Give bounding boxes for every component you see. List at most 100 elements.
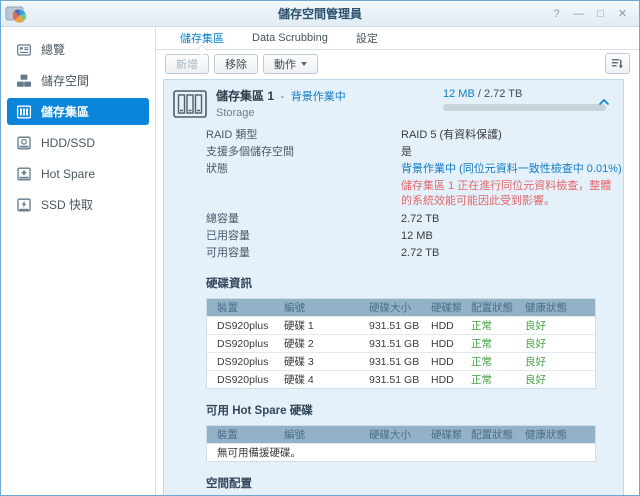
- column-size: 硬碟大小: [369, 302, 411, 314]
- cell-device: DS920plus: [217, 337, 269, 350]
- hot-spare-icon: [17, 167, 31, 180]
- column-device: 裝置: [217, 302, 238, 314]
- cell-size: 931.51 GB: [369, 373, 420, 386]
- cell-number: 硬碟 4: [284, 374, 314, 386]
- pool-titles: 儲存集區 1 - 背景作業中 Storage: [216, 89, 346, 119]
- volume-icon: [17, 74, 31, 87]
- cell-device: DS920plus: [217, 355, 269, 368]
- cell-alloc-status: 正常: [471, 374, 492, 386]
- hdd-icon: [17, 136, 31, 149]
- detail-value: 12 MB: [401, 230, 433, 242]
- window-title: 儲存空間管理員: [277, 7, 362, 21]
- cell-alloc-status: 正常: [471, 338, 492, 350]
- drive-info-table: 裝置 編號 硬碟大小 硬碟類型 配置狀態 健康狀態 DS920plus 硬碟 1…: [206, 298, 596, 389]
- cell-device: DS920plus: [217, 373, 269, 386]
- tab-settings[interactable]: 設定: [342, 27, 392, 49]
- sidebar-item-label: 儲存集區: [41, 105, 90, 119]
- detail-row-total-capacity: 總容量 2.72 TB: [206, 211, 623, 228]
- table-header: 裝置 編號 硬碟大小 硬碟類型 配置狀態 健康狀態: [207, 299, 595, 316]
- sidebar-item-overview[interactable]: 總覽: [7, 36, 149, 63]
- sidebar-item-hot-spare[interactable]: Hot Spare: [7, 160, 149, 187]
- cell-type: HDD: [431, 373, 454, 386]
- detail-value: 2.72 TB: [401, 213, 440, 225]
- sort-button[interactable]: [605, 53, 630, 74]
- cell-alloc-status: 正常: [471, 356, 492, 368]
- pool-header: 儲存集區 1 - 背景作業中 Storage 12 MB / 2.72 TB: [164, 87, 623, 119]
- pool-name-separator: -: [280, 89, 285, 103]
- table-row[interactable]: DS920plus 硬碟 4 931.51 GB HDD 正常 良好: [207, 370, 595, 388]
- detail-row-multi-volume: 支援多個儲存空間 是: [206, 144, 623, 161]
- usage-progress-bar: [443, 104, 606, 111]
- storage-manager-app-icon: [5, 4, 27, 24]
- detail-row-raid-type: RAID 類型 RAID 5 (有資料保護): [206, 127, 623, 144]
- detail-value: RAID 5 (有資料保護): [401, 129, 502, 141]
- detail-label: RAID 類型: [206, 129, 258, 141]
- empty-row: 無可用備援硬碟。: [207, 443, 595, 461]
- detail-label: 可用容量: [206, 247, 250, 259]
- hot-spare-section: 可用 Hot Spare 硬碟 裝置 編號 硬碟大小 硬碟類型 配置狀態 健康狀…: [164, 402, 623, 462]
- minimize-icon[interactable]: —: [571, 6, 586, 22]
- column-device: 裝置: [217, 429, 238, 441]
- cell-type: HDD: [431, 319, 454, 332]
- sidebar-item-volume[interactable]: 儲存空間: [7, 67, 149, 94]
- drive-info-section: 硬碟資訊 裝置 編號 硬碟大小 硬碟類型 配置狀態 健康狀態: [164, 275, 623, 389]
- detail-row-free-capacity: 可用容量 2.72 TB: [206, 245, 623, 262]
- remove-button[interactable]: 移除: [214, 53, 258, 74]
- detail-label: 已用容量: [206, 230, 250, 242]
- maximize-icon[interactable]: □: [593, 6, 608, 22]
- detail-value: 2.72 TB: [401, 247, 440, 259]
- sidebar-item-hdd-ssd[interactable]: HDD/SSD: [7, 129, 149, 156]
- sidebar-item-ssd-cache[interactable]: SSD 快取: [7, 191, 149, 218]
- column-type: 硬碟類型: [431, 429, 461, 441]
- cell-number: 硬碟 3: [284, 356, 314, 368]
- cell-size: 931.51 GB: [369, 337, 420, 350]
- hot-spare-table: 裝置 編號 硬碟大小 硬碟類型 配置狀態 健康狀態 無可用備援硬碟。: [206, 425, 596, 462]
- cell-number: 硬碟 1: [284, 320, 314, 332]
- close-icon[interactable]: ✕: [615, 6, 630, 22]
- cell-alloc-status: 正常: [471, 320, 492, 332]
- space-allocation-section: 空間配置 名稱 檔案系統 已用容量 總容量 i: [164, 475, 623, 495]
- sidebar-item-label: SSD 快取: [41, 198, 94, 212]
- column-size: 硬碟大小: [369, 429, 411, 441]
- sidebar-item-storage-pool[interactable]: 儲存集區: [7, 98, 149, 125]
- column-health-status: 健康狀態: [525, 302, 567, 314]
- space-allocation-title: 空間配置: [206, 478, 252, 490]
- help-icon[interactable]: ?: [549, 6, 564, 22]
- empty-message: 無可用備援硬碟。: [217, 447, 301, 459]
- table-row[interactable]: DS920plus 硬碟 3 931.51 GB HDD 正常 良好: [207, 352, 595, 370]
- create-button[interactable]: 新增: [165, 53, 209, 74]
- column-type: 硬碟類型: [431, 302, 461, 314]
- cell-health-status: 良好: [525, 320, 546, 332]
- pool-usage: 12 MB / 2.72 TB: [443, 88, 606, 111]
- detail-label: 支援多個儲存空間: [206, 146, 294, 158]
- cell-health-status: 良好: [525, 356, 546, 368]
- nas-enclosure-icon: [173, 90, 207, 118]
- tab-storage-pool[interactable]: 儲存集區: [166, 27, 238, 49]
- column-health-status: 健康狀態: [525, 429, 567, 441]
- main-area: 儲存集區 Data Scrubbing 設定 新增 移除 動作 儲存集區 1 -…: [156, 27, 639, 495]
- collapse-panel-button[interactable]: [598, 93, 610, 111]
- column-number: 編號: [284, 429, 305, 441]
- table-header: 裝置 編號 硬碟大小 硬碟類型 配置狀態 健康狀態: [207, 426, 595, 443]
- window-controls: ? — □ ✕: [549, 6, 639, 22]
- title-bar: 儲存空間管理員 ? — □ ✕: [1, 1, 639, 27]
- table-row[interactable]: DS920plus 硬碟 2 931.51 GB HDD 正常 良好: [207, 334, 595, 352]
- caret-down-icon: [301, 61, 307, 66]
- cell-size: 931.51 GB: [369, 319, 420, 332]
- tab-data-scrubbing[interactable]: Data Scrubbing: [238, 27, 342, 49]
- column-alloc-status: 配置狀態: [471, 302, 513, 314]
- pool-subtitle: Storage: [216, 107, 255, 119]
- action-button[interactable]: 動作: [263, 53, 318, 74]
- sidebar: 總覽 儲存空間 儲存集區 HDD/SSD Hot Spare SSD 快取: [1, 27, 156, 495]
- table-row[interactable]: DS920plus 硬碟 1 931.51 GB HDD 正常 良好: [207, 316, 595, 334]
- chevron-up-icon: [598, 98, 610, 106]
- sort-icon: [611, 59, 623, 69]
- ssd-cache-icon: [17, 198, 31, 211]
- tab-bar: 儲存集區 Data Scrubbing 設定: [156, 27, 639, 50]
- detail-label: 總容量: [206, 213, 239, 225]
- sidebar-item-label: 儲存空間: [41, 74, 90, 88]
- column-number: 編號: [284, 302, 305, 314]
- pool-details: RAID 類型 RAID 5 (有資料保護) 支援多個儲存空間 是 狀態 背景作…: [164, 127, 623, 262]
- parity-check-warning: 儲存集區 1 正在進行同位元資料檢查，整體的系統效能可能因此受到影響。: [401, 180, 612, 207]
- pool-inline-status: 背景作業中: [290, 91, 346, 103]
